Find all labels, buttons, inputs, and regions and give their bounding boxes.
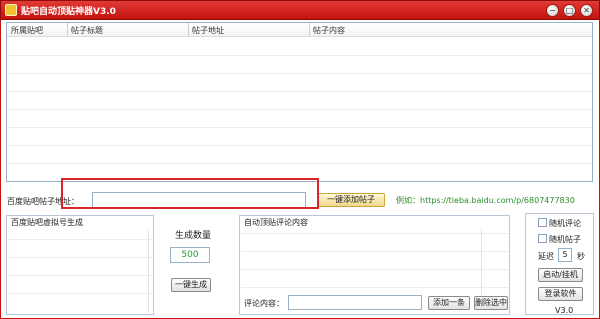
- comment-content-label: 评论内容：: [244, 299, 284, 308]
- window-title: 贴吧自动顶贴神器V3.0: [21, 7, 116, 17]
- random-comment-checkbox[interactable]: [538, 218, 547, 227]
- posts-table[interactable]: 所属贴吧 帖子标题 帖子地址 帖子内容: [6, 22, 593, 182]
- virtual-accounts-title: 百度贴吧虚拟号生成: [11, 218, 83, 227]
- comments-list[interactable]: [241, 229, 508, 295]
- generate-count-input[interactable]: 500: [170, 247, 210, 263]
- example-url-text: 例如：https://tieba.baidu.com/p/6807477830: [396, 196, 575, 205]
- title-bar: 贴吧自动顶贴神器V3.0 − □ ✕: [0, 0, 600, 20]
- virtual-accounts-list[interactable]: [8, 229, 152, 313]
- delay-unit-label: 秒: [577, 252, 585, 261]
- add-comment-button[interactable]: 添加一条: [428, 296, 470, 310]
- close-button[interactable]: ✕: [580, 4, 593, 17]
- delete-selected-button[interactable]: 删除选中: [474, 296, 508, 310]
- random-comment-label: 随机评论: [549, 219, 581, 228]
- delay-input[interactable]: 5: [558, 248, 572, 262]
- column-header-url[interactable]: 帖子地址: [192, 25, 224, 36]
- version-label: V3.0: [555, 306, 574, 315]
- add-post-button[interactable]: 一键添加帖子: [317, 193, 385, 207]
- posts-table-header: 所属贴吧 帖子标题 帖子地址 帖子内容: [7, 23, 592, 37]
- minimize-button[interactable]: −: [546, 4, 559, 17]
- generate-count-label: 生成数量: [175, 231, 212, 241]
- auto-comments-title: 自动顶贴评论内容: [244, 218, 308, 227]
- column-header-content[interactable]: 帖子内容: [313, 25, 345, 36]
- highlight-box: [61, 178, 319, 209]
- start-button[interactable]: 启动/挂机: [538, 268, 583, 282]
- delay-label: 延迟: [538, 252, 554, 261]
- random-post-label: 随机帖子: [549, 235, 581, 244]
- column-header-title[interactable]: 帖子标题: [71, 25, 103, 36]
- login-button[interactable]: 登录软件: [538, 287, 583, 301]
- virtual-accounts-panel: 百度贴吧虚拟号生成: [6, 215, 154, 315]
- maximize-button[interactable]: □: [563, 4, 576, 17]
- random-post-checkbox[interactable]: [538, 234, 547, 243]
- column-header-forum[interactable]: 所属贴吧: [11, 25, 43, 36]
- comment-content-input[interactable]: [288, 295, 422, 310]
- app-icon: [5, 4, 17, 16]
- generate-button[interactable]: 一键生成: [171, 278, 211, 292]
